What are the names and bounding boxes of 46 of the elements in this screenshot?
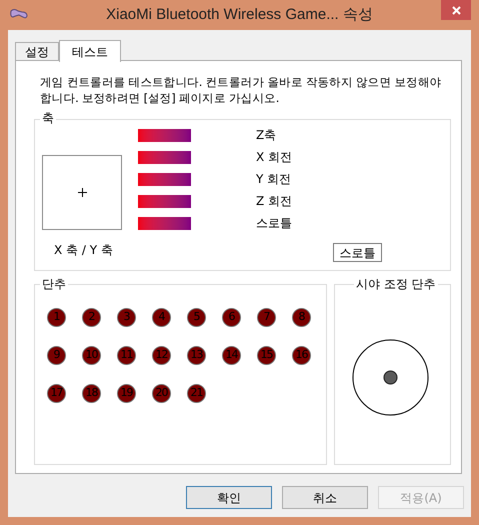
button-indicator: 4	[152, 308, 171, 327]
button-indicator: 1	[47, 308, 66, 327]
button-indicator: 17	[47, 384, 66, 403]
button-indicator: 5	[187, 308, 206, 327]
button-indicator: 12	[152, 346, 171, 365]
axis-meter-bar	[138, 129, 191, 142]
meter-label: Z 회전	[256, 193, 292, 210]
button-indicator: 3	[117, 308, 136, 327]
axis-meter-bar	[138, 217, 191, 230]
axis-meter-bar	[138, 195, 191, 208]
axis-label: X 축 / Y 축	[54, 242, 113, 259]
tab[interactable]: 테스트	[59, 40, 121, 62]
dialog-button[interactable]: 확인	[186, 486, 272, 509]
button-indicator: 15	[257, 346, 276, 365]
group-title: 단추	[40, 277, 68, 291]
meter-label: Y 회전	[256, 171, 292, 188]
meter-label: X 회전	[256, 149, 292, 166]
button-indicator: 7	[257, 308, 276, 327]
button-indicator: 11	[117, 346, 136, 365]
tab[interactable]: 설정	[15, 42, 59, 61]
axis-meter-bar	[138, 151, 191, 164]
button-indicator: 8	[292, 308, 311, 327]
meter-label: 스로틀	[256, 215, 292, 232]
button-indicator: 14	[222, 346, 241, 365]
group-title: 축	[40, 111, 56, 125]
button-indicator: 2	[82, 308, 101, 327]
throttle-button[interactable]: 스로틀	[333, 243, 382, 262]
close-icon	[452, 6, 460, 14]
gamepad-icon	[10, 8, 28, 20]
button-indicator: 20	[152, 384, 171, 403]
close-button[interactable]	[441, 0, 471, 20]
dialog-button[interactable]: 취소	[282, 486, 368, 509]
group-title: 시야 조정 단추	[354, 277, 438, 291]
axis-meter-bar	[138, 173, 191, 186]
button-indicator: 13	[187, 346, 206, 365]
button-indicator: 21	[187, 384, 206, 403]
window-title: XiaoMi Bluetooth Wireless Game... 속성	[106, 4, 373, 25]
button-indicator: 16	[292, 346, 311, 365]
button-indicator: 6	[222, 308, 241, 327]
meter-label: Z축	[256, 127, 278, 144]
button-indicator: 9	[47, 346, 66, 365]
crosshair-icon	[78, 188, 86, 197]
button-indicator: 18	[82, 384, 101, 403]
button-indicator: 10	[82, 346, 101, 365]
description-text: 게임 컨트롤러를 테스트합니다. 컨트롤러가 올바로 작동하지 않으면 보정해야 합니다. 보정하려면 [설정] 페이지로 가십시오.	[40, 74, 442, 106]
button-indicator: 19	[117, 384, 136, 403]
